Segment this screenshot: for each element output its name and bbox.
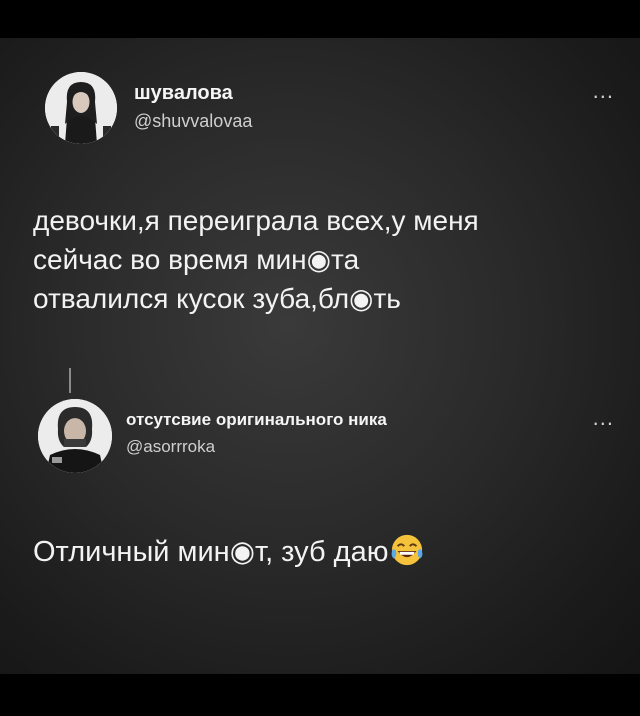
thread-connector-line [69, 368, 71, 393]
more-options-icon[interactable]: ... [593, 80, 614, 102]
tweet-text: Отличный мин◉т, зуб даю [33, 533, 623, 572]
tweet-text: девочки,я переиграла всех,у меня сейчас … [33, 201, 623, 318]
avatar-photo-icon [38, 399, 112, 473]
tweet-text-line: девочки,я переиграла всех,у меня [33, 205, 479, 236]
tweet-text-line: сейчас во время мин◉та [33, 244, 360, 275]
screenshot-canvas: шувалова @shuvvalovaa ... девочки,я пере… [0, 38, 640, 674]
more-options-icon[interactable]: ... [593, 407, 614, 429]
user-handle[interactable]: @shuvvalovaa [134, 111, 252, 132]
tears-of-joy-emoji-icon [392, 534, 423, 566]
avatar[interactable] [45, 72, 117, 144]
display-name[interactable]: шувалова [134, 82, 233, 105]
tweet-text-line: отвалился кусок зуба,бл◉ть [33, 283, 401, 314]
display-name[interactable]: отсутсвие оригинального ника [126, 410, 387, 430]
tweet-text-line: Отличный мин◉т, зуб даю [33, 536, 389, 568]
user-handle[interactable]: @asorrroka [126, 437, 215, 457]
avatar-photo-icon [45, 72, 117, 144]
avatar[interactable] [38, 399, 112, 473]
